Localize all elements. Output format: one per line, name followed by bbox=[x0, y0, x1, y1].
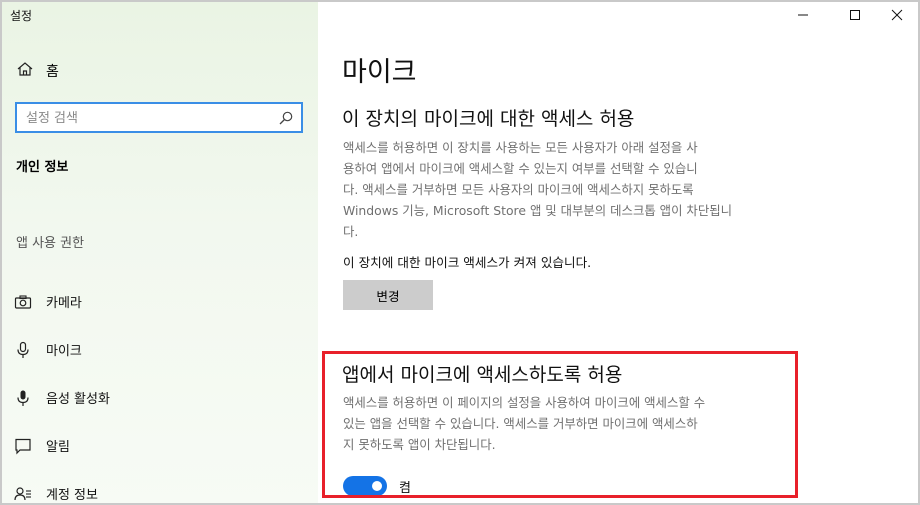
search-input[interactable] bbox=[26, 108, 266, 128]
search-icon[interactable] bbox=[278, 110, 294, 126]
voice-activation-icon bbox=[14, 389, 32, 407]
group-label: 앱 사용 권한 bbox=[16, 236, 85, 251]
description-line: 액세스를 허용하면 이 장치를 사용하는 모든 사용자가 아래 설정을 사 bbox=[343, 140, 698, 155]
home-icon bbox=[16, 60, 34, 82]
sidebar-item-label: 음성 활성화 bbox=[46, 392, 110, 407]
window-title: 설정 bbox=[10, 9, 33, 23]
close-button[interactable] bbox=[874, 4, 918, 26]
description-line: 용하여 앱에서 마이크에 액세스할 수 있는지 여부를 선택할 수 있습니 bbox=[343, 161, 698, 176]
sidebar-item-label: 알림 bbox=[46, 440, 70, 455]
maximize-button[interactable] bbox=[832, 4, 878, 26]
minimize-icon bbox=[797, 6, 809, 25]
microphone-icon bbox=[14, 341, 32, 359]
description-line: Windows 기능, Microsoft Store 앱 및 대부분의 데스크… bbox=[343, 203, 733, 218]
highlight-box bbox=[322, 351, 798, 498]
search-box[interactable] bbox=[15, 102, 303, 133]
sidebar-item-label: 계정 정보 bbox=[46, 488, 98, 503]
maximize-icon bbox=[849, 6, 861, 25]
sidebar-item-label: 마이크 bbox=[46, 344, 82, 359]
home-label: 홈 bbox=[46, 64, 59, 80]
sidebar-item-voice-activation[interactable]: 음성 활성화 bbox=[14, 388, 110, 407]
sidebar-item-notifications[interactable]: 알림 bbox=[14, 436, 70, 455]
page-title: 마이크 bbox=[342, 57, 417, 88]
device-access-heading: 이 장치의 마이크에 대한 액세스 허용 bbox=[342, 108, 635, 130]
close-icon bbox=[891, 6, 903, 25]
sidebar-item-camera[interactable]: 카메라 bbox=[14, 292, 82, 311]
sidebar-item-label: 카메라 bbox=[46, 296, 82, 311]
sidebar-item-microphone[interactable]: 마이크 bbox=[14, 340, 82, 359]
notification-icon bbox=[14, 437, 32, 455]
device-access-status: 이 장치에 대한 마이크 액세스가 켜져 있습니다. bbox=[343, 255, 592, 270]
description-line: 다. 액세스를 거부하면 모든 사용자의 마이크에 액세스하지 못하도록 bbox=[343, 182, 694, 197]
device-access-description: 액세스를 허용하면 이 장치를 사용하는 모든 사용자가 아래 설정을 사 용하… bbox=[343, 137, 791, 242]
account-info-icon bbox=[14, 485, 32, 503]
change-button[interactable]: 변경 bbox=[343, 280, 433, 310]
minimize-button[interactable] bbox=[780, 4, 826, 26]
settings-window: 설정 홈 개인 정보 앱 사용 권한 카메라 마이크 bbox=[0, 0, 920, 505]
camera-icon bbox=[14, 293, 32, 311]
section-title: 개인 정보 bbox=[16, 160, 69, 175]
description-line: 다. bbox=[343, 224, 359, 239]
sidebar-home[interactable]: 홈 bbox=[16, 60, 59, 82]
sidebar-item-account-info[interactable]: 계정 정보 bbox=[14, 484, 98, 503]
sidebar: 설정 홈 개인 정보 앱 사용 권한 카메라 마이크 bbox=[2, 2, 318, 503]
